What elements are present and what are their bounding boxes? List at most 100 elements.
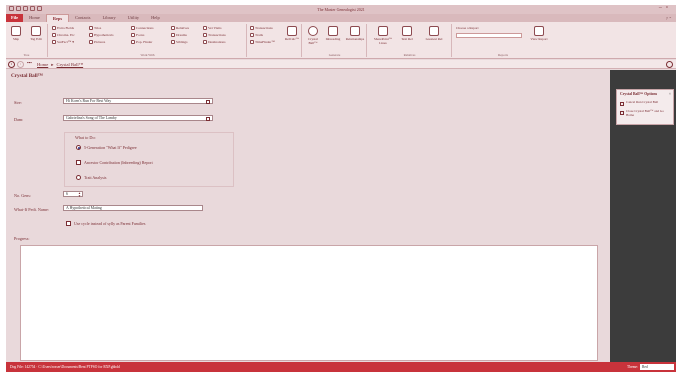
minimize-icon[interactable]: –: [659, 5, 666, 11]
group-label-reports: Reports: [498, 53, 508, 57]
crystal-ball-icon: [308, 26, 318, 36]
status-bar: Dog File: 142754 · C:\Users\rosser\Docum…: [6, 362, 676, 372]
close-icon[interactable]: ×: [669, 91, 671, 96]
back-icon[interactable]: ‹: [8, 61, 15, 68]
close-home-icon: [620, 110, 624, 115]
close-go-home-button[interactable]: Close Crystal Ball™ and Go Home: [620, 109, 672, 118]
trios-button[interactable]: Trios: [89, 26, 101, 30]
pictures-icon: [89, 40, 93, 44]
tab-help[interactable]: Help: [145, 14, 166, 22]
surfact-button[interactable]: SurFact™ ▾: [52, 40, 74, 44]
trios-label: Trios: [94, 26, 102, 30]
ribbon-group-tree: Ship Tag Edit Tree: [6, 24, 48, 57]
extra-fields-button[interactable]: Extra Fields: [52, 26, 74, 30]
crystal-ball-button[interactable]: Crystal Ball™: [304, 26, 322, 45]
report-select[interactable]: [456, 33, 522, 38]
greatest-rel-button[interactable]: Greatest Rel: [420, 26, 448, 41]
trails-button[interactable]: Trails: [250, 33, 263, 37]
crystal-ball-label: Crystal Ball™: [308, 37, 318, 45]
surfact-label: SurFact™ ▾: [57, 40, 74, 44]
pop-finder-button[interactable]: Pop. Finder: [131, 40, 152, 44]
dreams-button[interactable]: Dreams: [171, 33, 187, 37]
relcalc-button[interactable]: RelCalc™: [283, 26, 301, 41]
timefinder-button[interactable]: TimeFinder™: [250, 40, 275, 44]
view-report-button[interactable]: View Report: [527, 26, 551, 41]
use-cycle-checkbox[interactable]: [66, 221, 71, 226]
crystal-ball-page: Crystal Ball™ Sire: Hi Koen's Run For Be…: [6, 70, 610, 362]
sire-value: Hi Koen's Run For Best Way: [66, 99, 112, 103]
ribbon-group-work-with: Extra Fields Chroma. Etc SurFact™ ▾ Trio…: [49, 24, 247, 57]
sire-picker-icon[interactable]: [206, 99, 210, 104]
inbreeding-button[interactable]: Inbreeding: [324, 26, 342, 41]
choose-report-label: Choose a Report: [456, 26, 479, 30]
greatest-rel-label: Greatest Rel: [425, 37, 443, 41]
forward-icon[interactable]: ›: [17, 61, 24, 68]
siblings-icon: [171, 40, 175, 44]
pedigree-name-field[interactable]: A Hypothetical Mating: [63, 205, 203, 211]
ship-label: Ship: [12, 37, 20, 41]
dam-field[interactable]: Gabrielina's Song of The Lamby: [63, 115, 213, 121]
help-icons[interactable]: ? ⌃: [666, 16, 672, 21]
hypotheticals-button[interactable]: Hypotheticals: [89, 33, 113, 37]
dam-picker-icon[interactable]: [206, 116, 210, 121]
tab-library[interactable]: Library: [96, 14, 121, 22]
relcalc-label: RelCalc™: [284, 37, 300, 41]
pictures-button[interactable]: Pictures: [89, 40, 105, 44]
relatives-button[interactable]: Relatives: [171, 26, 189, 30]
transactions-button[interactable]: Transactions: [203, 33, 226, 37]
relationships-label: Relationships: [345, 37, 365, 41]
option-trait-analysis[interactable]: Trait Analysis: [76, 175, 106, 180]
text-rel-button[interactable]: Text Rel: [398, 26, 416, 41]
tag-edit-button[interactable]: Tag Edit: [27, 26, 45, 41]
tab-file[interactable]: File: [6, 14, 24, 22]
radio[interactable]: [76, 175, 81, 180]
ribbon-group-reports: Choose a Report View Report Reports: [453, 24, 553, 57]
destinations-button[interactable]: Destinations: [203, 40, 226, 44]
option-pedigree[interactable]: 5-Generation "What If" Pedigree: [76, 145, 137, 150]
radio-selected[interactable]: [76, 145, 81, 150]
maximize-icon[interactable]: ▫: [666, 5, 672, 11]
transactions2-icon: [250, 26, 254, 30]
close-go-home-label: Close Crystal Ball™ and Go Home: [626, 109, 664, 117]
more-menu-button[interactable]: •••: [27, 60, 32, 65]
group-label-relatives: Relatives: [403, 53, 416, 57]
relationships-button[interactable]: Relationships: [344, 26, 366, 41]
title-bar: The Master Genealogist 2021 –▫: [6, 5, 676, 14]
text-rel-label: Text Rel: [401, 37, 413, 41]
window-controls: –▫: [659, 5, 672, 11]
trails-label: Trails: [255, 33, 264, 37]
breadcrumb-home[interactable]: Home: [37, 62, 48, 68]
tab-reps[interactable]: Reps: [45, 14, 70, 22]
checkbox[interactable]: [76, 160, 81, 165]
options-side-panel: Crystal Ball™ Options × Cancel Run Cryst…: [610, 70, 676, 362]
tab-contacts[interactable]: Contacts: [69, 14, 96, 22]
breadcrumb: Home ▸ Crystal Ball™: [37, 62, 83, 68]
option-pedigree-label: 5-Generation "What If" Pedigree: [84, 145, 137, 150]
breadcrumb-current[interactable]: Crystal Ball™: [57, 62, 84, 68]
vet-visits-button[interactable]: Vet Visits: [203, 26, 221, 30]
ship-button[interactable]: Ship: [7, 26, 25, 41]
option-trait-label: Trait Analysis: [84, 175, 107, 180]
sharepoint-lines-button[interactable]: SharePoint™ Lines: [370, 26, 396, 45]
trails-icon: [250, 33, 254, 37]
stepper-arrows-icon[interactable]: ▲ ▼: [78, 192, 81, 198]
option-ancestor-label: Ancestor Contribution (Inbreeding) Repor…: [84, 160, 153, 165]
focus-button[interactable]: Focus: [131, 33, 144, 37]
tab-home[interactable]: Home: [23, 14, 46, 22]
dam-label: Dam:: [14, 117, 24, 122]
gens-stepper[interactable]: 6 ▲ ▼: [63, 191, 83, 197]
destinations-label: Destinations: [208, 40, 226, 44]
greatest-rel-icon: [429, 26, 439, 36]
transactions2-button[interactable]: Transactions: [250, 26, 273, 30]
chroma-button[interactable]: Chroma. Etc: [52, 33, 75, 37]
connections-button[interactable]: Connections: [131, 26, 154, 30]
siblings-button[interactable]: Siblings: [171, 40, 187, 44]
tab-utility[interactable]: Utility: [122, 14, 145, 22]
next-page-icon[interactable]: [666, 61, 673, 68]
cancel-run-button[interactable]: Cancel Run Crystal Ball: [620, 100, 658, 106]
use-cycle-option[interactable]: Use cycle instead of sylly as Parent Fam…: [66, 221, 145, 226]
theme-select[interactable]: Red: [640, 363, 674, 370]
option-ancestor-contribution[interactable]: Ancestor Contribution (Inbreeding) Repor…: [76, 160, 153, 165]
sire-field[interactable]: Hi Koen's Run For Best Way: [63, 98, 213, 104]
relatives-icon: [171, 26, 175, 30]
